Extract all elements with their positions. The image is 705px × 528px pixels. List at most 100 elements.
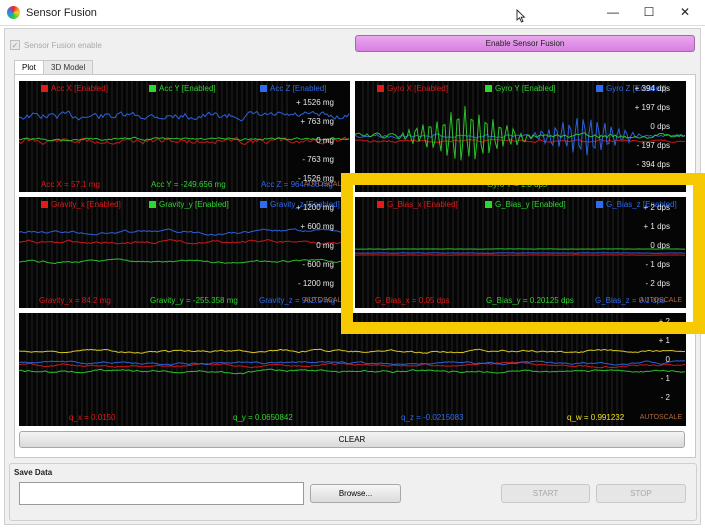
axis-label: + 2 xyxy=(658,317,670,326)
autoscale-label[interactable]: AUTOSCALE xyxy=(640,414,682,421)
sensor-fusion-checkbox-label: Sensor Fusion enable xyxy=(24,40,102,50)
legend-gbias-y: G_Bias_y [Enabled] xyxy=(485,199,566,210)
autoscale-label[interactable]: AUTOSCALE xyxy=(304,181,346,188)
readout-gravity-y: Gravity_y = -255.358 mg xyxy=(150,296,238,305)
legend-acc-y: Acc Y [Enabled] xyxy=(149,83,216,94)
close-button[interactable]: ✕ xyxy=(673,3,697,21)
axis-label: 0 dps xyxy=(650,122,670,131)
legend-swatch-red xyxy=(41,201,48,208)
axis-label: - 2 xyxy=(660,393,670,402)
legend-gbias-x: G_Bias_x [Enabled] xyxy=(377,199,458,210)
axis-label: + 1 dps xyxy=(643,222,670,231)
gyro-bias-plot: G_Bias_x [Enabled] G_Bias_y [Enabled] G_… xyxy=(355,197,686,308)
quaternion-plot-canvas xyxy=(19,313,686,426)
browse-button[interactable]: Browse... xyxy=(310,484,401,503)
axis-label: + 763 mg xyxy=(300,117,334,126)
maximize-button[interactable]: ☐ xyxy=(637,3,661,21)
save-data-label: Save Data xyxy=(12,468,55,477)
axis-label: - 600 mg xyxy=(302,260,334,269)
readout-q-y: q_y = 0.0650842 xyxy=(233,413,293,422)
series-line-gyro-y xyxy=(355,105,686,161)
enable-sensor-fusion-button[interactable]: Enable Sensor Fusion xyxy=(355,35,695,52)
acc-plot: Acc X [Enabled] Acc Y [Enabled] Acc Z [E… xyxy=(19,81,350,192)
axis-label: - 1200 mg xyxy=(297,279,334,288)
legend-swatch-blue xyxy=(260,201,267,208)
mouse-cursor-icon xyxy=(516,9,526,23)
app-logo-icon xyxy=(7,6,20,19)
gyro-plot: Gyro X [Enabled] Gyro Y [Enabled] Gyro Z… xyxy=(355,81,686,192)
sensor-fusion-checkbox-row[interactable]: ✓ Sensor Fusion enable xyxy=(10,39,102,51)
legend-label: Gravity_y [Enabled] xyxy=(159,200,229,209)
axis-label: - 763 mg xyxy=(302,155,334,164)
readout-q-w: q_w = 0.991232 xyxy=(567,413,625,422)
axis-label: - 1 dps xyxy=(645,260,670,269)
gyro-plot-canvas xyxy=(355,81,686,192)
legend-label: Gravity_x [Enabled] xyxy=(51,200,121,209)
legend-swatch-red xyxy=(377,85,384,92)
autoscale-label[interactable]: AUTOSCALE xyxy=(304,297,346,304)
gyro-bias-plot-canvas xyxy=(355,197,686,308)
legend-swatch-red xyxy=(41,85,48,92)
legend-swatch-red xyxy=(377,201,384,208)
quaternion-plot: + 2 + 1 0 - 1 - 2 q_x = 0.0150 q_y = 0.0… xyxy=(19,313,686,426)
axis-label: 0 xyxy=(665,355,670,364)
legend-acc-x: Acc X [Enabled] xyxy=(41,83,108,94)
axis-label: + 600 mg xyxy=(300,222,334,231)
legend-swatch-green xyxy=(485,201,492,208)
readout-gbias-x: G_Bias_x = 0.05 dps xyxy=(375,296,450,305)
tab-3d-model[interactable]: 3D Model xyxy=(43,60,94,74)
readout-acc-y: Acc Y = -249.656 mg xyxy=(151,180,226,189)
axis-label: + 394 dps xyxy=(634,84,670,93)
axis-label: - 1 xyxy=(660,374,670,383)
start-button[interactable]: START xyxy=(501,484,590,503)
axis-label: + 197 dps xyxy=(634,103,670,112)
tab-plot[interactable]: Plot xyxy=(14,60,44,74)
legend-label: Acc X [Enabled] xyxy=(51,84,108,93)
axis-label: - 2 dps xyxy=(645,279,670,288)
series-line-gravity-y xyxy=(19,258,350,265)
axis-label: + 1 xyxy=(658,336,670,345)
readout-q-x: q_x = 0.0150 xyxy=(69,413,116,422)
axis-label: 0 mg xyxy=(316,136,334,145)
series-line-gravity-x xyxy=(19,239,350,245)
axis-label: + 1526 mg xyxy=(295,98,334,107)
gravity-plot: Gravity_x [Enabled] Gravity_y [Enabled] … xyxy=(19,197,350,308)
legend-swatch-blue xyxy=(260,85,267,92)
legend-swatch-blue xyxy=(596,85,603,92)
readout-gravity-x: Gravity_x = 84.2 mg xyxy=(39,296,111,305)
legend-acc-z: Acc Z [Enabled] xyxy=(260,83,326,94)
legend-label: Acc Y [Enabled] xyxy=(159,84,216,93)
axis-label: + 2 dps xyxy=(643,203,670,212)
legend-gyro-x: Gyro X [Enabled] xyxy=(377,83,448,94)
legend-label: G_Bias_x [Enabled] xyxy=(387,200,458,209)
autoscale-label[interactable]: AUTOSCALE xyxy=(640,297,682,304)
axis-label: 0 mg xyxy=(316,241,334,250)
clear-button[interactable]: CLEAR xyxy=(19,431,685,448)
legend-gravity-x: Gravity_x [Enabled] xyxy=(41,199,121,210)
series-line-gyro-x xyxy=(355,138,686,144)
legend-label: Gyro Y [Enabled] xyxy=(495,84,556,93)
save-path-input[interactable] xyxy=(19,482,304,505)
legend-label: G_Bias_y [Enabled] xyxy=(495,200,566,209)
readout-gbias-y: G_Bias_y = 0.20125 dps xyxy=(486,296,574,305)
legend-swatch-green xyxy=(149,201,156,208)
title-bar: Sensor Fusion — ☐ ✕ xyxy=(0,0,705,26)
legend-gravity-y: Gravity_y [Enabled] xyxy=(149,199,229,210)
sensor-fusion-checkbox[interactable]: ✓ xyxy=(10,40,20,50)
axis-label: + 1200 mg xyxy=(295,203,334,212)
axis-label: - 197 dps xyxy=(636,141,670,150)
legend-swatch-green xyxy=(149,85,156,92)
legend-label: Gyro X [Enabled] xyxy=(387,84,448,93)
minimize-button[interactable]: — xyxy=(601,3,625,21)
readout-q-z: q_z = -0.0215083 xyxy=(401,413,464,422)
window-title: Sensor Fusion xyxy=(26,7,97,19)
readout-gyro-y: Gyro Y = 1.3 dps xyxy=(487,180,547,189)
axis-label: - 394 dps xyxy=(636,160,670,169)
legend-gyro-y: Gyro Y [Enabled] xyxy=(485,83,556,94)
axis-label: 0 dps xyxy=(650,241,670,250)
legend-swatch-green xyxy=(485,85,492,92)
readout-acc-x: Acc X = 57.1 mg xyxy=(41,180,100,189)
gravity-plot-canvas xyxy=(19,197,350,308)
stop-button[interactable]: STOP xyxy=(596,484,686,503)
legend-label: Acc Z [Enabled] xyxy=(270,84,327,93)
